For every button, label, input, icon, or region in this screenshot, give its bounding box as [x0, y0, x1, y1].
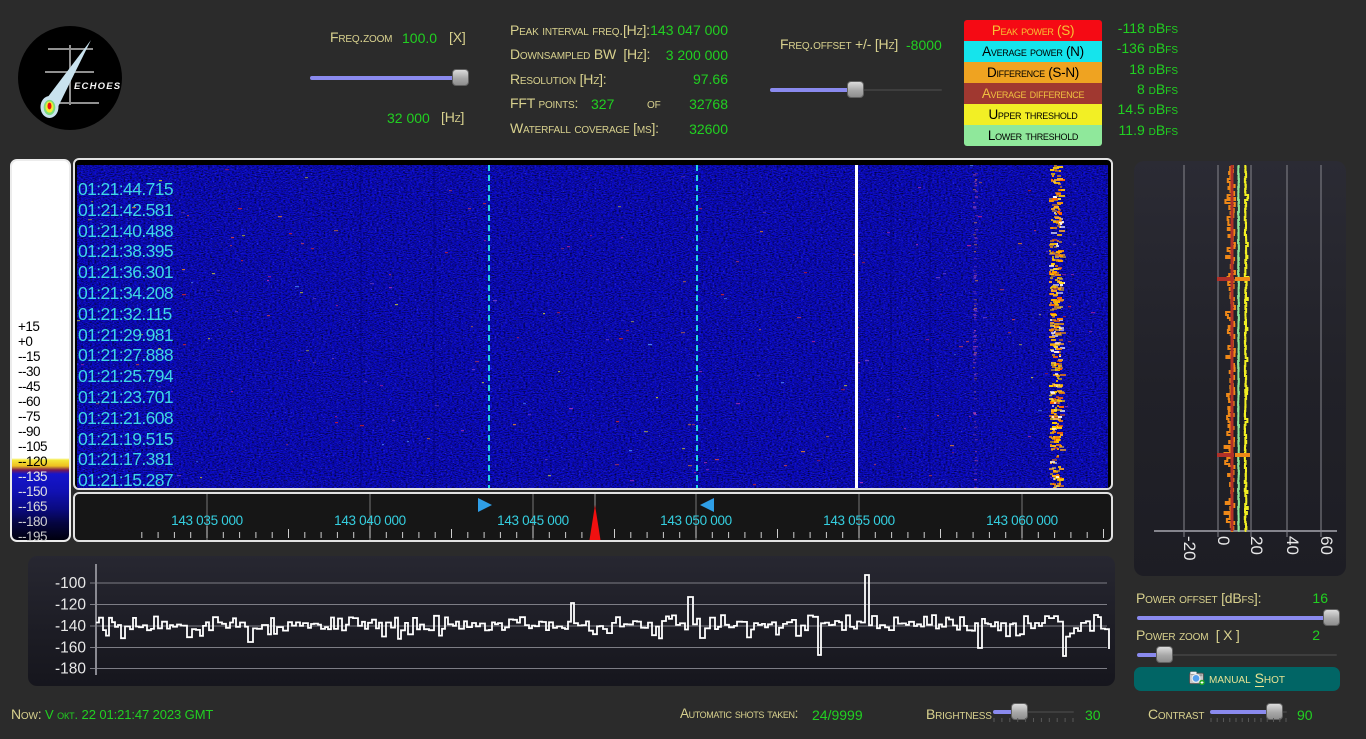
svg-text:ECHOES: ECHOES	[74, 81, 121, 92]
svg-text:-180: -180	[55, 661, 86, 678]
svg-text:-160: -160	[55, 640, 86, 657]
svg-text:-20: -20	[1180, 536, 1199, 561]
svg-text:60: 60	[1317, 536, 1336, 555]
svg-text:-100: -100	[55, 575, 86, 592]
svg-text:-140: -140	[55, 618, 86, 635]
svg-text:-120: -120	[55, 597, 86, 614]
svg-text:40: 40	[1283, 536, 1302, 555]
svg-text:0: 0	[1214, 536, 1233, 545]
svg-text:20: 20	[1247, 536, 1266, 555]
